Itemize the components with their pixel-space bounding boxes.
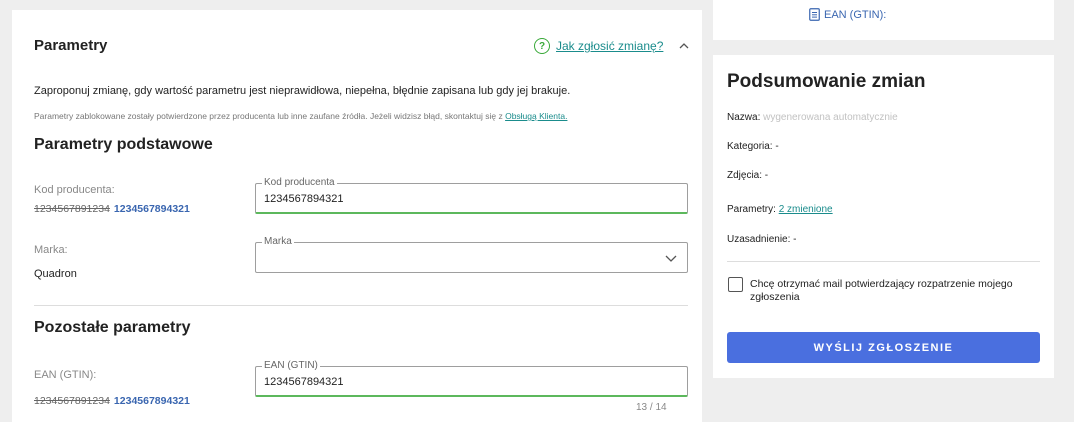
chevron-down-icon [665,255,677,262]
email-confirmation-checkbox[interactable] [728,277,743,292]
how-to-report-link[interactable]: Jak zgłosić zmianę? [556,39,663,53]
ean-label: EAN (GTIN): [34,369,97,381]
locked-params-note: Parametry zablokowane zostały potwierdzo… [34,111,567,121]
summary-name-row: Nazwa: wygenerowana automatycznie [727,112,898,123]
producer-code-values: 1234567891234 1234567894321 [34,203,190,215]
ean-field-legend: EAN (GTIN) [262,360,320,371]
note-text: Parametry zablokowane zostały potwierdzo… [34,111,503,121]
ean-heading-label: EAN (GTIN): [824,8,887,21]
summary-params-row: Parametry: 2 zmienione [727,204,833,215]
brand-select-legend: Marka [262,236,294,247]
summary-name-value: wygenerowana automatycznie [763,112,898,123]
email-confirmation-label: Chcę otrzymać mail potwierdzający rozpat… [750,278,1013,303]
summary-category: Kategoria: - [727,141,779,152]
parameters-panel: Parametry ? Jak zgłosić zmianę? Zapropon… [12,10,702,422]
brand-select[interactable]: Marka [255,236,688,273]
ean-field[interactable]: EAN (GTIN) 1234567894321 [255,360,688,397]
other-params-title: Pozostałe parametry [34,319,191,336]
producer-code-input-value: 1234567894321 [264,193,344,205]
brand-label: Marka: [34,244,68,256]
ean-values: 1234567891234 1234567894321 [34,395,190,407]
producer-code-new-value: 1234567894321 [113,203,190,215]
parameters-header: Parametry [34,37,108,54]
intro-text: Zaproponuj zmianę, gdy wartość parametru… [34,85,571,97]
basic-params-title: Parametry podstawowe [34,136,213,153]
question-icon: ? [534,38,550,54]
brand-value: Quadron [34,268,77,280]
producer-code-field[interactable]: Kod producenta 1234567894321 [255,177,688,214]
submit-report-button[interactable]: WYŚLIJ ZGŁOSZENIE [727,332,1040,363]
summary-name-label: Nazwa: [727,112,761,123]
ean-old-value: 1234567891234 [34,395,110,407]
document-icon [809,8,820,21]
summary-photos: Zdjęcia: - [727,170,769,181]
producer-code-old-value: 1234567891234 [34,203,110,215]
ean-heading: EAN (GTIN): [809,8,886,21]
ean-summary-card: EAN (GTIN): [713,0,1054,40]
ean-input-value: 1234567894321 [264,376,344,388]
changes-summary-card: Podsumowanie zmian Nazwa: wygenerowana a… [713,55,1054,378]
summary-params-label: Parametry: [727,204,776,215]
ean-char-counter: 13 / 14 [636,402,667,413]
ean-new-value: 1234567894321 [113,395,190,407]
help-row: ? Jak zgłosić zmianę? [534,38,689,54]
customer-service-link[interactable]: Obsługą Klienta. [505,111,567,121]
producer-code-field-legend: Kod producenta [262,177,337,188]
summary-divider [727,261,1040,262]
chevron-up-icon[interactable] [679,41,689,51]
section-divider [34,305,688,306]
summary-justification: Uzasadnienie: - [727,234,797,245]
summary-title: Podsumowanie zmian [727,71,926,92]
producer-code-label: Kod producenta: [34,184,115,196]
summary-params-link[interactable]: 2 zmienione [779,204,833,215]
